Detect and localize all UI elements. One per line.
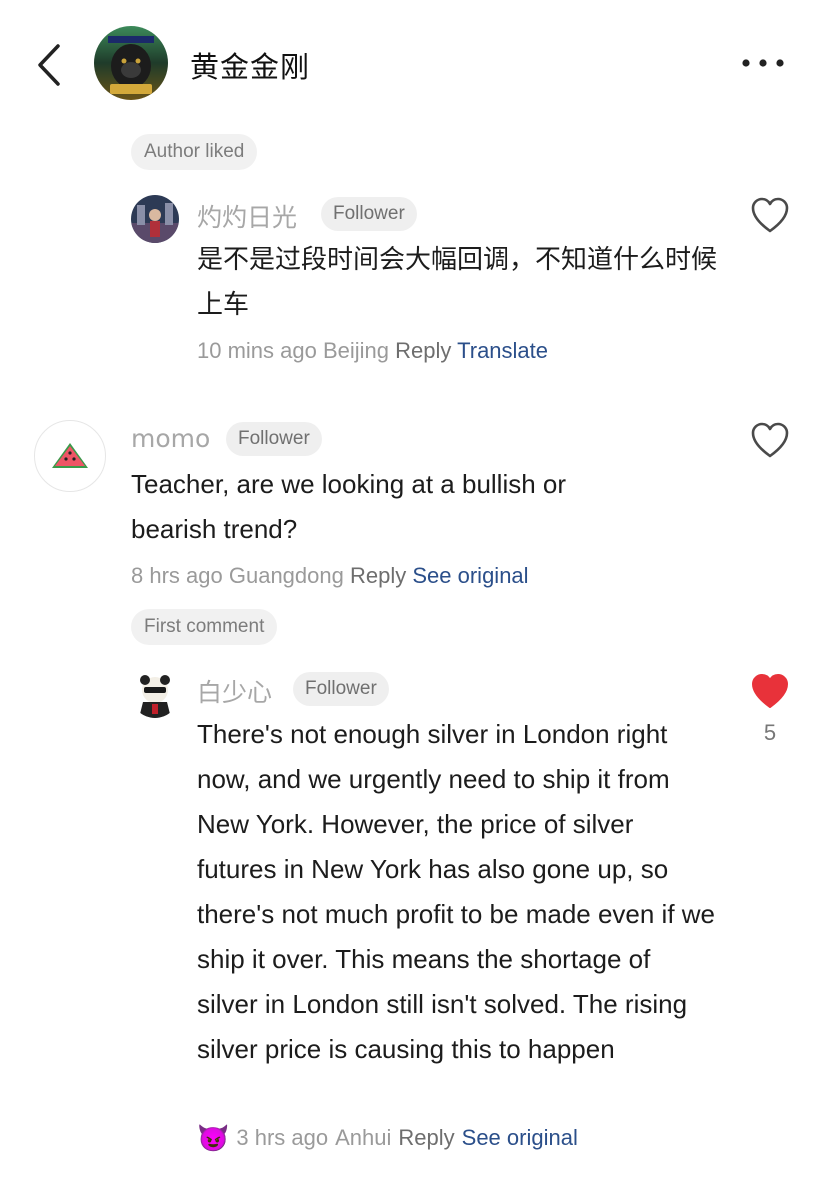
reply-button[interactable]: Reply [395, 338, 451, 363]
follower-badge: Follower [226, 422, 322, 456]
comment-location: Guangdong [228, 563, 344, 588]
author-avatar[interactable] [94, 26, 168, 100]
comment-meta: 8 hrs ago Guangdong Reply See original [131, 563, 529, 589]
translate-button[interactable]: Translate [457, 338, 548, 363]
heart-outline-icon [751, 422, 789, 458]
reply-button[interactable]: Reply [350, 563, 406, 588]
comment-text: There's not enough silver in London righ… [197, 719, 716, 1064]
chevron-left-icon [38, 44, 60, 86]
back-button[interactable] [30, 40, 70, 90]
comment-time: 10 mins ago [197, 338, 317, 363]
watermelon-icon [52, 443, 88, 468]
follower-badge: Follower [293, 672, 389, 706]
comment-location: Beijing [322, 338, 390, 363]
follower-badge: Follower [321, 197, 417, 231]
author-name: 黄金金刚 [190, 50, 311, 84]
more-button[interactable] [738, 50, 788, 76]
comment-meta: 😈 3 hrs ago Anhui Reply See original [197, 1123, 578, 1153]
top-bar: 黄金金刚 [0, 0, 822, 126]
comment-username[interactable]: 白少心 [197, 673, 272, 709]
comment-text: Teacher, are we looking at a bullish or … [131, 469, 567, 544]
heart-outline-icon [751, 197, 789, 233]
more-horizontal-icon [742, 59, 784, 67]
reply-button[interactable]: Reply [398, 1125, 454, 1151]
comment-time: 8 hrs ago [131, 563, 223, 588]
like-button[interactable] [750, 672, 790, 712]
avatar[interactable] [34, 420, 106, 492]
panda-avatar-icon [131, 670, 179, 718]
like-button[interactable] [750, 196, 790, 236]
first-comment-tag: First comment [131, 609, 278, 645]
like-button[interactable] [750, 421, 790, 461]
devil-emoji: 😈 [197, 1123, 230, 1153]
comment-time: 3 hrs ago [236, 1125, 329, 1150]
avatar[interactable] [131, 195, 179, 243]
gorilla-avatar-icon [94, 26, 168, 100]
comment-location: Anhui [335, 1125, 392, 1150]
avatar[interactable] [131, 670, 179, 718]
user-photo-icon [131, 195, 179, 243]
comment-username[interactable]: momo [131, 424, 210, 453]
see-original-button[interactable]: See original [412, 563, 528, 588]
comment-username[interactable]: 灼灼日光 [197, 198, 297, 234]
comment-meta: 10 mins ago Beijing Reply Translate [197, 338, 548, 364]
heart-filled-icon [752, 674, 788, 708]
like-count: 5 [763, 720, 777, 745]
see-original-button[interactable]: See original [462, 1125, 578, 1151]
author-liked-tag: Author liked [131, 134, 258, 170]
comment-text: 是不是过段时间会大幅回调，不知道什么时候上车 [197, 244, 718, 319]
